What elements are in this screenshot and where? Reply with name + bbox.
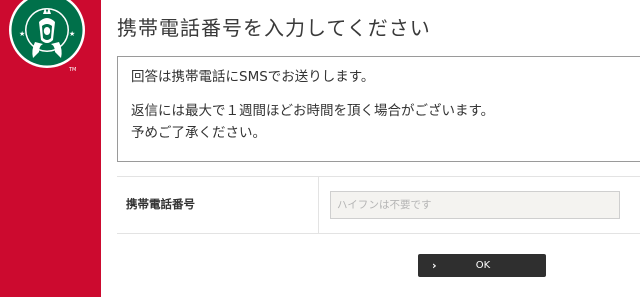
ok-button-label: OK (475, 260, 491, 271)
main-content: 携帯電話番号を入力してください 回答は携帯電話にSMSでお送りします。 返信には… (101, 0, 640, 297)
phone-form-row: 携帯電話番号 (117, 176, 640, 234)
svg-text:★: ★ (69, 30, 75, 38)
notice-line-3: 予めご了承ください。 (131, 125, 266, 141)
brand-sidebar: ★ ★ TM (0, 0, 101, 297)
sms-notice-box: 回答は携帯電話にSMSでお送りします。 返信には最大で１週間ほどお時間を頂く場合… (117, 56, 640, 162)
phone-label-cell: 携帯電話番号 (117, 177, 319, 233)
trademark-mark: TM (69, 67, 77, 73)
notice-line-1: 回答は携帯電話にSMSでお送りします。 (131, 69, 375, 85)
page-title: 携帯電話番号を入力してください (117, 16, 431, 40)
starbucks-logo-icon: ★ ★ (9, 0, 89, 68)
notice-line-2: 返信には最大で１週間ほどお時間を頂く場合がございます。 (131, 103, 495, 119)
phone-field-label: 携帯電話番号 (126, 197, 195, 211)
ok-button[interactable]: › OK (418, 254, 546, 277)
svg-text:★: ★ (19, 30, 25, 38)
phone-number-input[interactable] (330, 191, 620, 219)
